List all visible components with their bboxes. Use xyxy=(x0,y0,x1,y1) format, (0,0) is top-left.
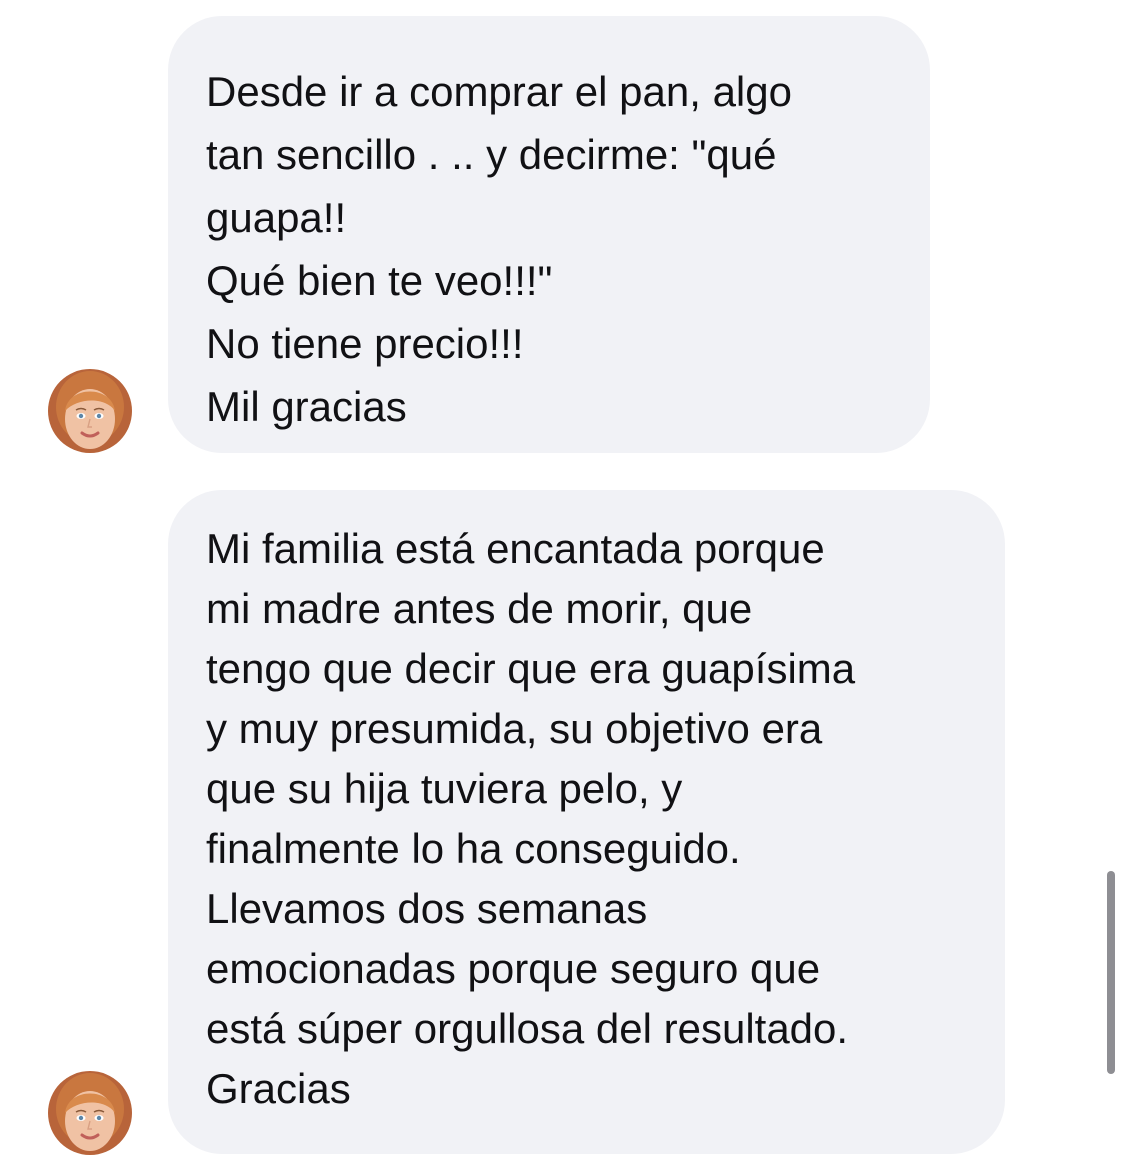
message-line: emocionadas porque seguro que xyxy=(206,945,821,992)
sender-avatar[interactable] xyxy=(48,369,132,453)
message-bubble[interactable]: Desde ir a comprar el pan, algo tan senc… xyxy=(168,16,930,453)
message-line: Gracias xyxy=(206,1065,351,1112)
message-line: y muy presumida, su objetivo era xyxy=(206,705,823,752)
sender-avatar[interactable] xyxy=(48,1071,132,1155)
message-bubble[interactable]: Mi familia está encantada porque mi madr… xyxy=(168,490,1005,1154)
avatar-face-icon xyxy=(48,369,132,453)
scrollbar[interactable] xyxy=(1107,871,1115,1074)
avatar-face-icon xyxy=(48,1071,132,1155)
message-line: está súper orgullosa del resultado. xyxy=(206,1005,849,1052)
message-line: guapa!! xyxy=(206,194,347,241)
message-line: que su hija tuviera pelo, y xyxy=(206,765,683,812)
message-line: mi madre antes de morir, que xyxy=(206,585,753,632)
message-line: tan sencillo . .. y decirme: "qué xyxy=(206,131,777,178)
message-line: Llevamos dos semanas xyxy=(206,885,648,932)
message-line: finalmente lo ha conseguido. xyxy=(206,825,741,872)
message-line: Mi familia está encantada porque xyxy=(206,525,825,572)
message-line: No tiene precio!!! xyxy=(206,320,524,367)
message-line: Mil gracias xyxy=(206,383,407,430)
message-line: tengo que decir que era guapísima xyxy=(206,645,856,692)
message-line: Qué bien te veo!!!" xyxy=(206,257,553,304)
message-line: Desde ir a comprar el pan, algo xyxy=(206,68,792,115)
